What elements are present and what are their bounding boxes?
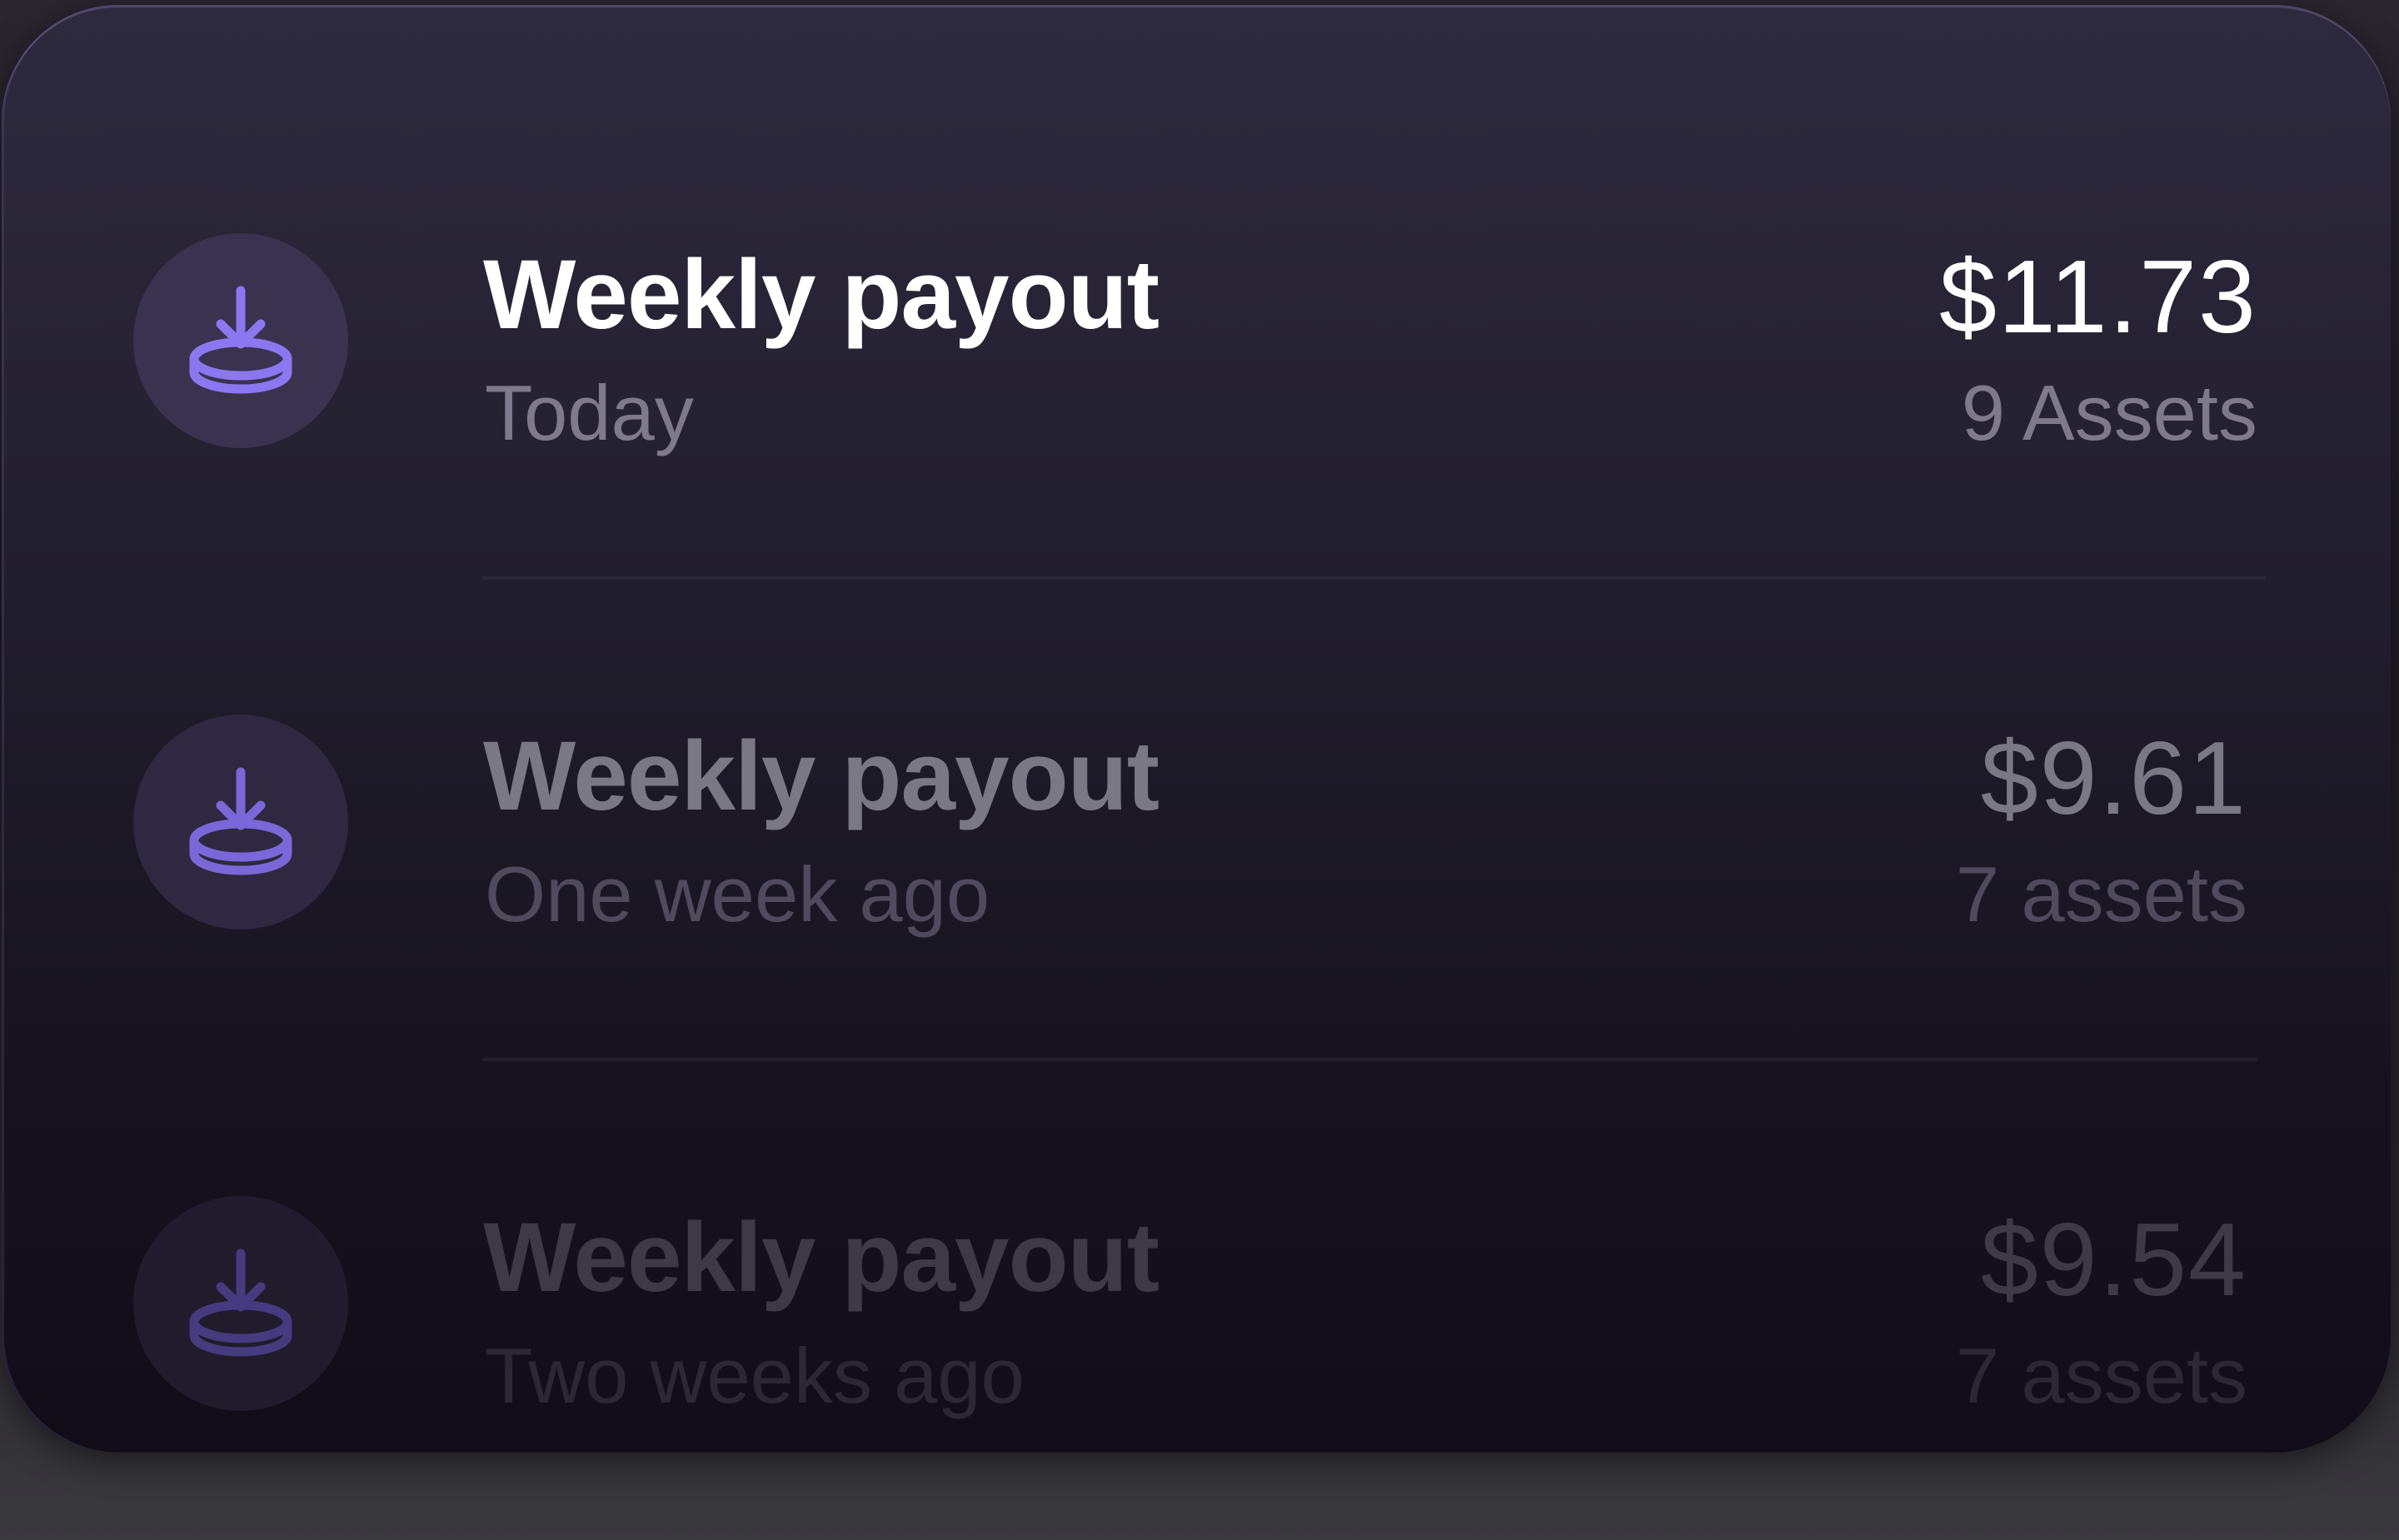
payout-amount: $11.73	[1938, 240, 2257, 355]
download-coin-icon	[189, 1248, 292, 1357]
payout-history-card: Weekly payout Today $11.73 9 Assets Week…	[2, 5, 2391, 1453]
payout-list-item[interactable]: Weekly payout Two weeks ago $9.54 7 asse…	[2, 1134, 2391, 1453]
payout-title: Weekly payout	[483, 721, 1160, 831]
payout-title: Weekly payout	[483, 240, 1160, 350]
payout-icon-badge	[133, 715, 348, 929]
payout-asset-count: 7 assets	[1955, 1332, 2247, 1419]
payout-date: Today	[485, 369, 694, 456]
payout-asset-count: 9 Assets	[1961, 369, 2257, 456]
payout-icon-badge	[133, 1196, 348, 1411]
payout-list-item[interactable]: Weekly payout One week ago $9.61 7 asset…	[2, 653, 2391, 1003]
download-coin-icon	[189, 767, 292, 875]
payout-list-item[interactable]: Weekly payout Today $11.73 9 Assets	[2, 172, 2391, 521]
payout-amount: $9.54	[1980, 1203, 2247, 1318]
download-coin-icon	[189, 286, 292, 394]
divider	[483, 1058, 2257, 1061]
divider	[483, 576, 2266, 580]
payout-amount: $9.61	[1980, 721, 2247, 836]
payout-icon-badge	[133, 233, 348, 448]
payout-asset-count: 7 assets	[1955, 850, 2247, 938]
payout-title: Weekly payout	[483, 1203, 1160, 1313]
payout-date: Two weeks ago	[485, 1332, 1025, 1419]
payout-date: One week ago	[485, 850, 990, 938]
